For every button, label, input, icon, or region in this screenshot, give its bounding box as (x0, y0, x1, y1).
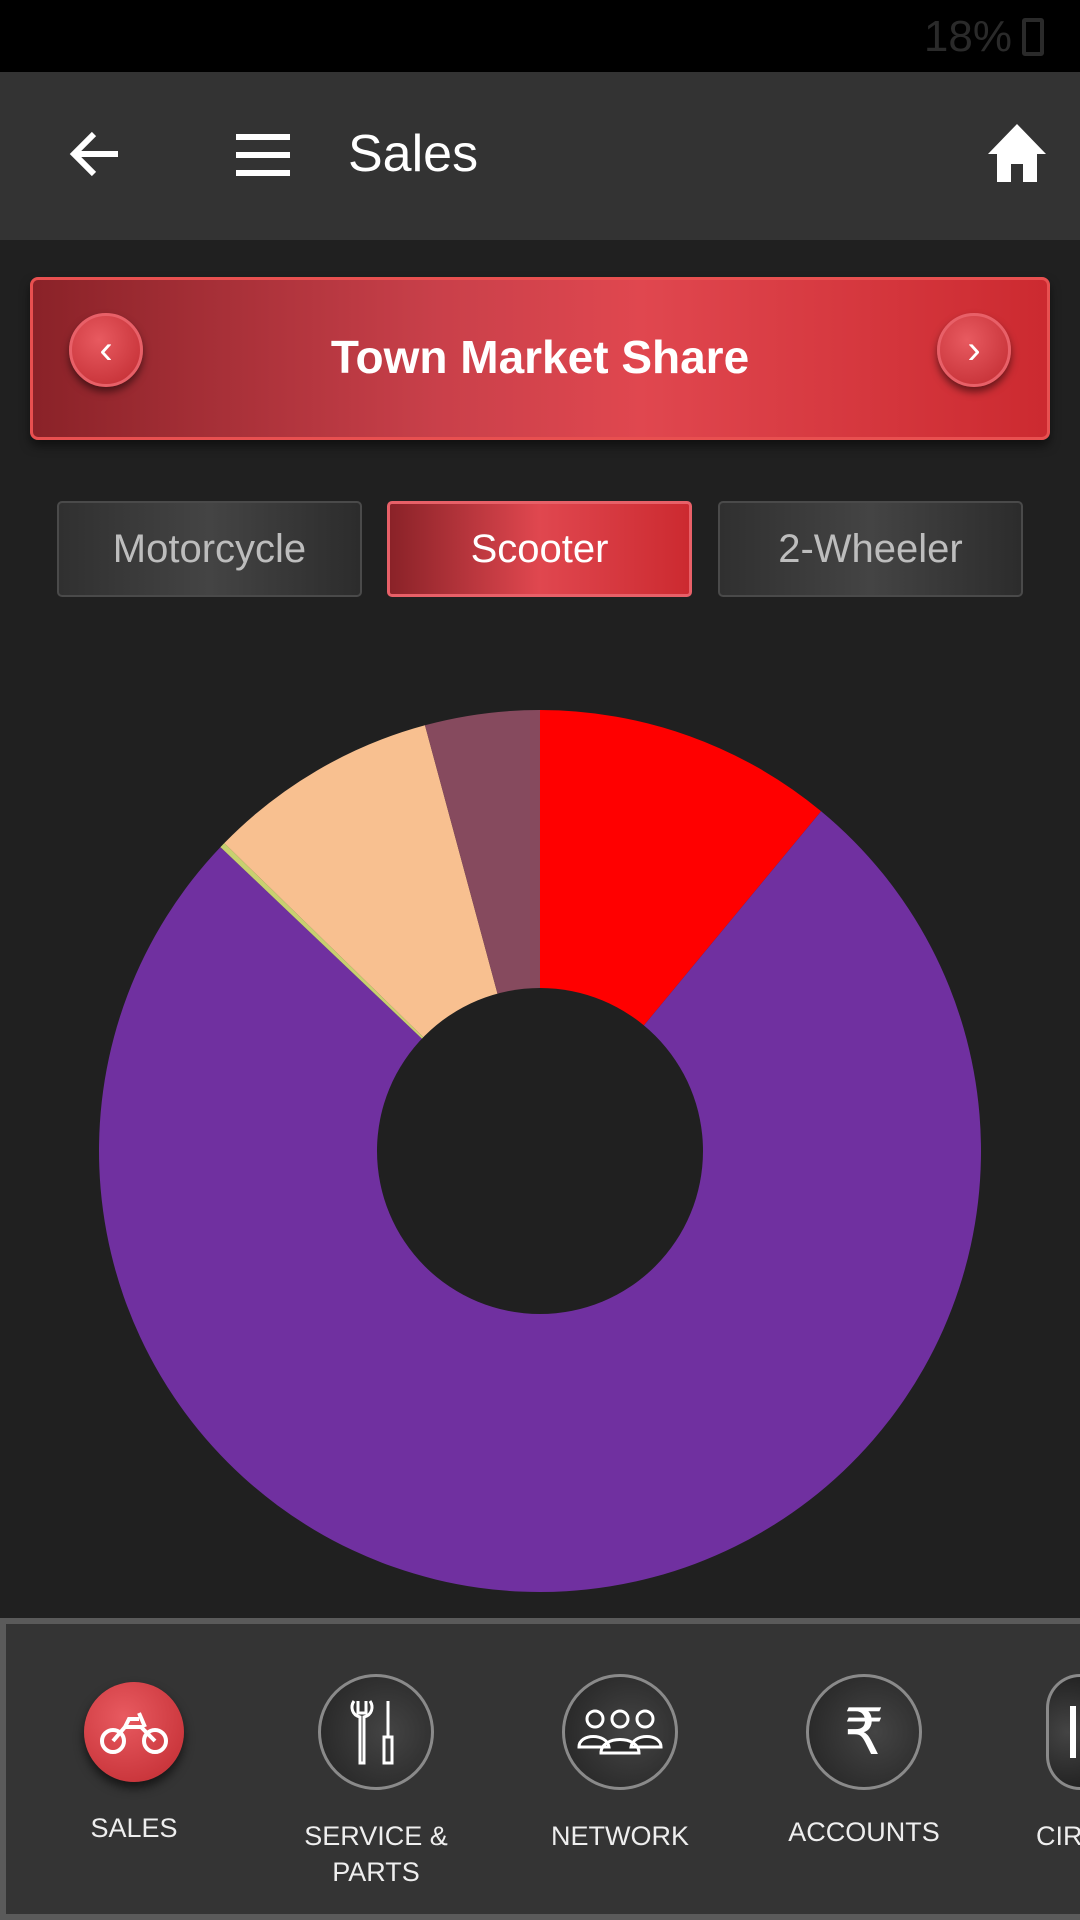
nav-accounts[interactable]: ₹ ACCOUNTS (744, 1674, 984, 1850)
nav-label: SALES (90, 1813, 178, 1843)
tools-icon (318, 1674, 434, 1790)
tab-2-wheeler[interactable]: 2-Wheeler (718, 501, 1023, 597)
home-icon[interactable] (986, 122, 1048, 184)
nav-label: NETWORK (551, 1821, 689, 1851)
market-share-donut-chart (99, 710, 982, 1592)
tab-label: Motorcycle (112, 526, 307, 571)
page-title: Sales (348, 125, 479, 183)
tab-label: Scooter (470, 526, 609, 571)
nav-cir[interactable]: CIR (1036, 1674, 1080, 1854)
arrow-left-icon[interactable] (66, 124, 126, 184)
status-bar: 18% (0, 0, 1080, 72)
nav-label: ACCOUNTS (788, 1817, 940, 1847)
nav-label: CIR (1036, 1821, 1080, 1851)
tab-motorcycle[interactable]: Motorcycle (57, 501, 362, 597)
motorcycle-icon (84, 1682, 184, 1782)
bottom-nav: SALES SERVICE & PARTS NETWORK ₹ ACCOUNTS… (0, 1618, 1080, 1920)
nav-service-parts[interactable]: SERVICE & PARTS (256, 1674, 496, 1890)
report-title: Town Market Share (330, 331, 750, 383)
nav-sales[interactable]: SALES (14, 1674, 254, 1846)
next-report-button[interactable]: › (937, 313, 1011, 387)
tab-label: 2-Wheeler (778, 526, 963, 571)
people-icon (562, 1674, 678, 1790)
document-icon (1046, 1674, 1080, 1790)
chevron-right-icon: › (967, 327, 981, 372)
report-banner: ‹ Town Market Share › (30, 277, 1050, 440)
nav-network[interactable]: NETWORK (500, 1674, 740, 1854)
nav-label: SERVICE & PARTS (304, 1821, 448, 1887)
app-header: Sales (0, 72, 1080, 240)
battery-level: 18% (923, 12, 1012, 61)
rupee-icon: ₹ (806, 1674, 922, 1790)
battery-icon (1022, 18, 1044, 56)
tab-scooter[interactable]: Scooter (387, 501, 692, 597)
donut-hole (377, 988, 703, 1314)
hamburger-icon[interactable] (236, 134, 290, 176)
